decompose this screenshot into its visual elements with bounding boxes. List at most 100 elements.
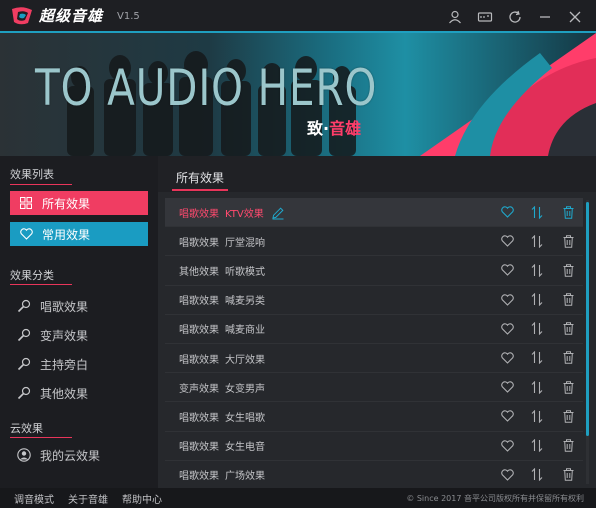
close-icon[interactable] xyxy=(564,6,586,28)
app-logo: 超级音雄 V1.5 xyxy=(10,5,140,26)
effect-category: 唱歌效果 xyxy=(179,412,219,424)
effect-name: 广场效果 xyxy=(225,471,265,483)
effect-name: 厅堂混响 xyxy=(225,237,265,249)
sort-arrows-icon[interactable] xyxy=(530,234,544,248)
effect-name: 女生唱歌 xyxy=(225,412,265,424)
effect-list: 唱歌效果 KTV效果 唱歌效果 厅堂混响 其他效果 听歌模式 唱歌效果 喊麦另类 唱歌效果 喊麦商… xyxy=(165,198,583,490)
trash-icon[interactable] xyxy=(561,351,575,365)
hero-banner: TO AUDIO HERO 致·音雄 xyxy=(0,33,596,156)
banner-subtitle: 致·音雄 xyxy=(307,115,361,139)
effect-category: 唱歌效果 xyxy=(179,296,219,308)
cloud-effects-underline xyxy=(10,437,72,438)
effect-category: 唱歌效果 xyxy=(179,237,219,249)
category-other[interactable]: 其他效果 xyxy=(16,382,88,404)
effect-category: 唱歌效果 xyxy=(179,471,219,483)
trash-icon[interactable] xyxy=(561,205,575,219)
trash-icon[interactable] xyxy=(561,293,575,307)
favorite-heart-icon[interactable] xyxy=(500,380,514,394)
title-bar: 超级音雄 V1.5 xyxy=(0,0,596,33)
minimize-icon[interactable] xyxy=(534,6,556,28)
favorite-heart-icon[interactable] xyxy=(500,351,514,365)
trash-icon[interactable] xyxy=(561,468,575,482)
effect-category: 唱歌效果 xyxy=(179,325,219,337)
sort-arrows-icon[interactable] xyxy=(530,205,544,219)
effect-list-underline xyxy=(10,184,72,185)
effect-row[interactable]: 唱歌效果 女生唱歌 xyxy=(165,402,583,432)
user-icon xyxy=(16,447,32,463)
effect-name: 女生电音 xyxy=(225,442,265,454)
trash-icon[interactable] xyxy=(561,234,575,248)
sidebar: 效果列表 所有效果 常用效果 效果分类 唱歌效果 变声效果 主持旁白 其他效果 … xyxy=(0,156,158,488)
favorite-heart-icon[interactable] xyxy=(500,293,514,307)
favorite-heart-icon[interactable] xyxy=(500,409,514,423)
sort-arrows-icon[interactable] xyxy=(530,263,544,277)
banner-sub-name: 音雄 xyxy=(329,119,362,138)
mic-icon xyxy=(16,327,32,343)
category-host-narration[interactable]: 主持旁白 xyxy=(16,353,88,375)
favorite-heart-icon[interactable] xyxy=(500,234,514,248)
sort-arrows-icon[interactable] xyxy=(530,409,544,423)
all-effects-button[interactable]: 所有效果 xyxy=(10,191,148,215)
tab-underline xyxy=(172,189,228,191)
favorite-heart-icon[interactable] xyxy=(500,263,514,277)
effect-row[interactable]: 其他效果 听歌模式 xyxy=(165,256,583,286)
favorite-heart-icon[interactable] xyxy=(500,322,514,336)
main-header: 所有效果 xyxy=(158,156,596,192)
effect-row[interactable]: 唱歌效果 KTV效果 xyxy=(165,198,583,228)
category-voice-change[interactable]: 变声效果 xyxy=(16,324,88,346)
my-cloud-label: 我的云效果 xyxy=(40,448,101,463)
effect-row[interactable]: 变声效果 女变男声 xyxy=(165,373,583,403)
effect-row[interactable]: 唱歌效果 大厅效果 xyxy=(165,344,583,374)
scrollbar-thumb[interactable] xyxy=(586,202,589,436)
effect-row[interactable]: 唱歌效果 厅堂混响 xyxy=(165,227,583,257)
trash-icon[interactable] xyxy=(561,322,575,336)
sort-arrows-icon[interactable] xyxy=(530,293,544,307)
sort-arrows-icon[interactable] xyxy=(530,380,544,394)
about-link[interactable]: 关于音雄 xyxy=(68,491,108,506)
footer: 调音模式 关于音雄 帮助中心 © Since 2017 音平公司版权所有并保留所… xyxy=(0,488,596,508)
help-center-link[interactable]: 帮助中心 xyxy=(122,491,162,506)
trash-icon[interactable] xyxy=(561,263,575,277)
effect-name: 女变男声 xyxy=(225,383,265,395)
effect-row[interactable]: 唱歌效果 喊麦另类 xyxy=(165,286,583,315)
trash-icon[interactable] xyxy=(561,439,575,453)
effect-row[interactable]: 唱歌效果 广场效果 xyxy=(165,461,583,490)
favorite-heart-icon[interactable] xyxy=(500,205,514,219)
mic-icon xyxy=(16,385,32,401)
sort-arrows-icon[interactable] xyxy=(530,351,544,365)
edit-icon[interactable] xyxy=(271,206,285,220)
app-version: V1.5 xyxy=(117,11,140,22)
favorite-heart-icon[interactable] xyxy=(500,439,514,453)
tab-all-effects[interactable]: 所有效果 xyxy=(176,169,224,186)
effect-category: 变声效果 xyxy=(179,383,219,395)
sort-arrows-icon[interactable] xyxy=(530,468,544,482)
user-icon[interactable] xyxy=(444,6,466,28)
skin-icon[interactable] xyxy=(474,6,496,28)
effect-row[interactable]: 唱歌效果 女生电音 xyxy=(165,432,583,461)
effect-category: 唱歌效果 xyxy=(179,208,219,220)
logo-icon xyxy=(10,6,34,26)
category-label: 其他效果 xyxy=(40,386,89,401)
trash-icon[interactable] xyxy=(561,380,575,394)
effect-row[interactable]: 唱歌效果 喊麦商业 xyxy=(165,315,583,344)
category-label: 变声效果 xyxy=(40,328,89,343)
effect-name: 喊麦商业 xyxy=(225,325,265,337)
mic-icon xyxy=(16,298,32,314)
refresh-icon[interactable] xyxy=(504,6,526,28)
copyright-text: © Since 2017 音平公司版权所有并保留所有权利 xyxy=(406,494,584,503)
category-singing[interactable]: 唱歌效果 xyxy=(16,295,88,317)
effect-category: 唱歌效果 xyxy=(179,354,219,366)
category-label: 主持旁白 xyxy=(40,357,89,372)
banner-title: TO AUDIO HERO xyxy=(35,59,378,117)
favorite-effects-button[interactable]: 常用效果 xyxy=(10,222,148,246)
effect-list-header: 效果列表 xyxy=(10,168,54,181)
my-cloud-effects[interactable]: 我的云效果 xyxy=(16,444,100,466)
sort-arrows-icon[interactable] xyxy=(530,439,544,453)
tuning-mode-link[interactable]: 调音模式 xyxy=(14,491,54,506)
trash-icon[interactable] xyxy=(561,409,575,423)
effect-category-header: 效果分类 xyxy=(10,269,54,282)
all-effects-label: 所有效果 xyxy=(42,196,91,211)
favorite-heart-icon[interactable] xyxy=(500,468,514,482)
sort-arrows-icon[interactable] xyxy=(530,322,544,336)
effect-category-underline xyxy=(10,284,72,285)
